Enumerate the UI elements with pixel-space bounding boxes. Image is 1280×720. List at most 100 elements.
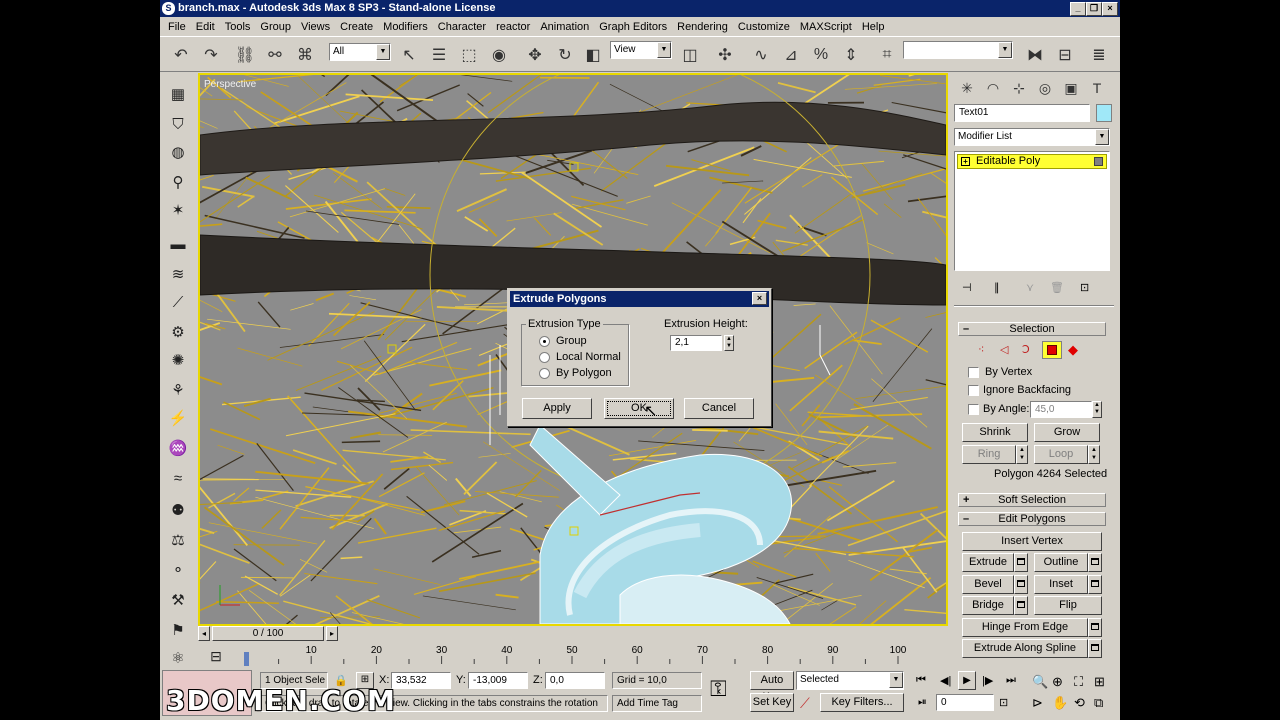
manipulate-icon[interactable]: ✣ [712, 42, 738, 68]
remove-modifier-icon[interactable]: 🗑 [1050, 281, 1064, 294]
pan-icon[interactable]: ✋ [1052, 695, 1068, 711]
soft-selection-rollout-header[interactable]: + Soft Selection [958, 493, 1106, 507]
motion-tab-icon[interactable]: ◎ [1032, 75, 1058, 101]
auto-key-button[interactable]: Auto Key [750, 671, 794, 703]
water-icon[interactable]: ♒ [166, 436, 190, 460]
bind-space-warp-icon[interactable]: ⌘ [292, 42, 318, 68]
rotate-icon[interactable]: ↻ [552, 42, 578, 68]
stack-item-editable-poly[interactable]: + Editable Poly [957, 154, 1107, 169]
modifier-list-dropdown[interactable]: Modifier List ▼ [954, 128, 1110, 146]
menu-graph-editors[interactable]: Graph Editors [594, 21, 672, 33]
viewport-label[interactable]: Perspective [204, 79, 257, 90]
bridge-settings-button[interactable] [1014, 596, 1028, 615]
wind-icon[interactable]: ✺ [166, 348, 190, 372]
plane-icon[interactable]: ▬ [166, 232, 190, 256]
key-filters-button[interactable]: Key Filters... [820, 693, 904, 712]
close-button[interactable]: × [1102, 2, 1118, 16]
key-mode-toggle-icon[interactable]: ⏯ [918, 696, 927, 709]
dialog-close-button[interactable]: × [752, 292, 767, 305]
constraint-solver-icon[interactable]: ≈ [166, 466, 190, 490]
outline-settings-button[interactable] [1088, 553, 1102, 572]
zoom-extents-all-icon[interactable]: ⊞ [1094, 674, 1105, 690]
bridge-button[interactable]: Bridge [962, 596, 1014, 615]
select-and-link-icon[interactable]: ⛓ [232, 42, 258, 68]
outline-button[interactable]: Outline [1034, 553, 1088, 572]
apply-button[interactable]: Apply [522, 398, 592, 419]
menu-edit[interactable]: Edit [191, 21, 220, 33]
deforming-mesh-icon[interactable]: ✶ [166, 198, 190, 222]
key-mode-icon[interactable]: ⚿ [710, 676, 727, 702]
set-key-button[interactable]: Set Key [750, 693, 794, 712]
ragdoll-icon[interactable]: ⚉ [166, 498, 190, 522]
menu-views[interactable]: Views [296, 21, 335, 33]
next-frame-slider-button[interactable]: ▸ [326, 626, 338, 641]
curve-editor-icon[interactable]: ⊟ [204, 644, 228, 668]
menu-reactor[interactable]: reactor [491, 21, 535, 33]
angle-field[interactable]: 45,0 [1030, 401, 1092, 418]
select-object-icon[interactable]: ↖ [396, 42, 422, 68]
edit-polygons-rollout-header[interactable]: – Edit Polygons [958, 512, 1106, 526]
time-slider-thumb[interactable]: 0 / 100 [212, 626, 324, 641]
car-wheel-icon[interactable]: ⚑ [166, 618, 190, 642]
menu-help[interactable]: Help [857, 21, 890, 33]
next-frame-icon[interactable]: |▶ [982, 674, 993, 687]
menu-character[interactable]: Character [433, 21, 491, 33]
fracture-icon[interactable]: ⚡ [166, 406, 190, 430]
border-icon[interactable]: Ↄ [1022, 343, 1030, 356]
arc-rotate-icon[interactable]: ⟲ [1074, 695, 1085, 711]
cancel-button[interactable]: Cancel [684, 398, 754, 419]
loop-button[interactable]: Loop [1034, 445, 1088, 464]
prismatic-icon[interactable]: ⚒ [166, 588, 190, 612]
edit-named-selections-icon[interactable]: ⌗ [874, 42, 900, 68]
minimize-button[interactable]: _ [1070, 2, 1086, 16]
inset-settings-button[interactable] [1088, 575, 1102, 594]
display-tab-icon[interactable]: ▣ [1058, 75, 1084, 101]
soft-body-collection-icon[interactable]: ◍ [166, 140, 190, 164]
insert-vertex-button[interactable]: Insert Vertex [962, 532, 1102, 551]
maximize-viewport-icon[interactable]: ⧉ [1094, 695, 1103, 711]
go-to-start-icon[interactable]: ⏮ [916, 674, 926, 687]
menu-file[interactable]: File [163, 21, 191, 33]
create-tab-icon[interactable]: ✳ [954, 75, 980, 101]
ok-button[interactable]: OK [604, 398, 674, 419]
menu-create[interactable]: Create [335, 21, 378, 33]
hierarchy-tab-icon[interactable]: ⊹ [1006, 75, 1032, 101]
select-by-name-icon[interactable]: ☰ [426, 42, 452, 68]
shrink-button[interactable]: Shrink [962, 423, 1028, 442]
object-name-field[interactable]: Text01 [954, 104, 1090, 122]
current-frame-field[interactable]: 0 [936, 694, 994, 711]
configure-modifier-sets-icon[interactable]: ⊡ [1080, 281, 1089, 294]
rigid-body-collection-icon[interactable]: ▦ [166, 82, 190, 106]
show-end-result-icon[interactable]: ∥ [994, 281, 1000, 294]
pin-stack-icon[interactable]: ⊣ [962, 281, 972, 294]
menu-animation[interactable]: Animation [535, 21, 594, 33]
flip-button[interactable]: Flip [1034, 596, 1102, 615]
align-icon[interactable]: ⊟ [1052, 42, 1078, 68]
zoom-extents-icon[interactable]: ⛶ [1074, 674, 1083, 690]
radio-group[interactable] [539, 336, 550, 347]
angle-spinner[interactable]: ▲ ▼ [1092, 401, 1102, 418]
extrude-button[interactable]: Extrude [962, 553, 1014, 572]
extrude-along-spline-button[interactable]: Extrude Along Spline [962, 639, 1088, 658]
percent-snap-icon[interactable]: % [808, 42, 834, 68]
mirror-icon[interactable]: ⧓ [1022, 42, 1048, 68]
ring-button[interactable]: Ring [962, 445, 1016, 464]
bevel-settings-button[interactable] [1014, 575, 1028, 594]
radio-local-normal[interactable] [539, 352, 550, 363]
menu-group[interactable]: Group [255, 21, 296, 33]
zoom-icon[interactable]: 🔍 [1032, 674, 1048, 690]
track-bar[interactable]: ⊟ 10 20 30 40 50 60 70 80 90 100 [160, 642, 948, 668]
make-unique-icon[interactable]: ⋎ [1026, 281, 1034, 294]
by-vertex-checkbox[interactable] [968, 367, 979, 378]
selection-rollout-header[interactable]: – Selection [958, 322, 1106, 336]
zoom-all-icon[interactable]: ⊕ [1052, 674, 1063, 690]
previous-frame-icon[interactable]: ◀| [940, 674, 951, 687]
y-coordinate-field[interactable]: -13,009 [468, 672, 528, 689]
scale-icon[interactable]: ◧ [580, 42, 606, 68]
vertex-icon[interactable]: ⁖ [978, 343, 984, 356]
object-color-swatch[interactable] [1096, 104, 1112, 122]
expand-icon[interactable]: + [961, 157, 970, 166]
undo-icon[interactable]: ↶ [168, 42, 194, 68]
toy-car-icon[interactable]: ⚘ [166, 378, 190, 402]
hinge-settings-button[interactable] [1088, 618, 1102, 637]
